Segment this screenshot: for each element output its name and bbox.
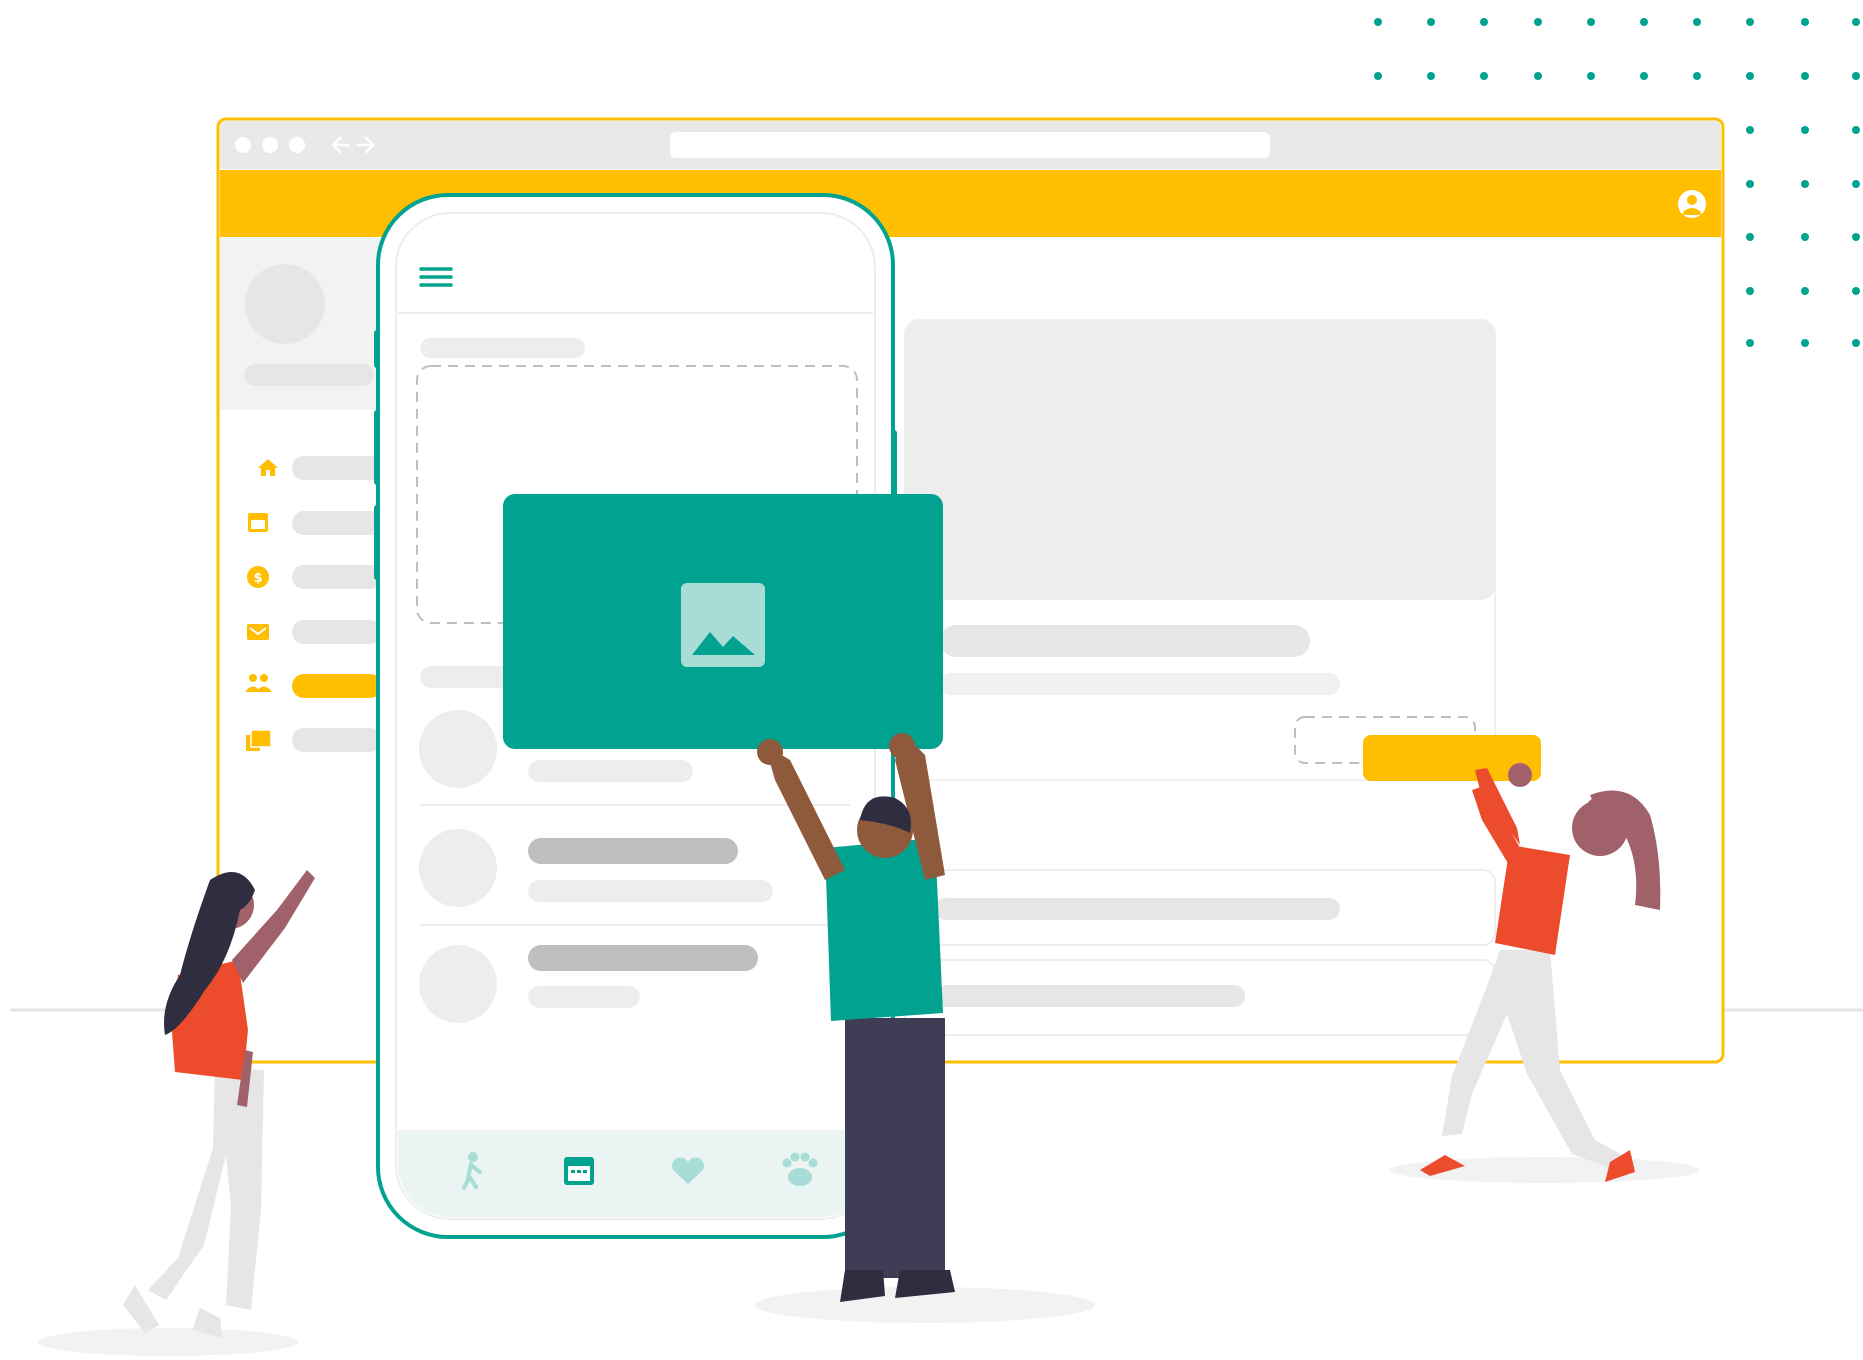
decorative-dot	[1427, 72, 1435, 80]
content-card-hero	[905, 320, 1495, 600]
content-text-placeholder	[940, 673, 1340, 695]
decorative-dot	[1801, 287, 1809, 295]
avatar	[419, 710, 497, 788]
decorative-dot	[1801, 233, 1809, 241]
decorative-dot	[1746, 339, 1754, 347]
avatar	[245, 264, 325, 344]
decorative-dot	[1587, 72, 1595, 80]
decorative-dot	[1746, 18, 1754, 26]
address-bar[interactable]	[670, 132, 1270, 158]
calendar-icon[interactable]	[564, 1157, 594, 1185]
sidebar-item-placeholder	[292, 620, 382, 644]
phone-side-button	[374, 330, 380, 368]
sidebar-item-placeholder	[292, 456, 382, 480]
decorative-dot	[1746, 233, 1754, 241]
list-item-placeholder	[528, 760, 693, 782]
svg-text:$: $	[253, 571, 262, 586]
phone-side-button	[374, 410, 380, 485]
calendar-icon	[248, 513, 268, 532]
dollar-icon: $	[247, 566, 269, 588]
sidebar-item-placeholder	[292, 728, 382, 752]
sidebar-item-active-bar	[292, 674, 382, 698]
profile-name-placeholder	[244, 364, 374, 386]
window-dot[interactable]	[235, 137, 251, 153]
user-account-icon[interactable]	[1678, 190, 1706, 218]
content-row-placeholder	[935, 985, 1245, 1007]
avatar	[419, 829, 497, 907]
decorative-dot	[1852, 339, 1860, 347]
ground-shadow	[38, 1328, 298, 1356]
decorative-dot	[1852, 72, 1860, 80]
image-placeholder-icon	[681, 583, 765, 667]
decorative-dot	[1427, 18, 1435, 26]
sidebar-item-placeholder	[292, 565, 382, 589]
decorative-dot	[1852, 287, 1860, 295]
list-item-placeholder	[528, 880, 773, 902]
decorative-dot	[1374, 18, 1382, 26]
decorative-dot	[1801, 72, 1809, 80]
decorative-dot	[1534, 72, 1542, 80]
ui-illustration: $	[10, 18, 1863, 1356]
decorative-dot	[1693, 18, 1701, 26]
decorative-dot	[1640, 18, 1648, 26]
decorative-dot	[1801, 126, 1809, 134]
decorative-dot	[1852, 18, 1860, 26]
decorative-dot	[1801, 180, 1809, 188]
decorative-dot	[1746, 287, 1754, 295]
list-item-placeholder	[528, 986, 640, 1008]
image-card[interactable]	[503, 494, 943, 749]
list-item-title-placeholder	[528, 838, 738, 864]
decorative-dot	[1746, 126, 1754, 134]
window-dot[interactable]	[262, 137, 278, 153]
sidebar-item-placeholder	[292, 511, 382, 535]
phone-side-button	[374, 505, 380, 580]
phone-title-placeholder	[420, 338, 585, 358]
decorative-dot	[1587, 18, 1595, 26]
decorative-dot	[1693, 72, 1701, 80]
mail-icon	[247, 624, 269, 640]
decorative-dot	[1374, 72, 1382, 80]
window-dot[interactable]	[289, 137, 305, 153]
avatar	[419, 945, 497, 1023]
decorative-dot	[1480, 18, 1488, 26]
decorative-dot	[1480, 72, 1488, 80]
decorative-dot	[1852, 126, 1860, 134]
decorative-dot	[1746, 180, 1754, 188]
decorative-dot	[1746, 72, 1754, 80]
decorative-dot	[1852, 180, 1860, 188]
content-title-placeholder	[940, 625, 1310, 657]
content-row-placeholder	[935, 898, 1340, 920]
decorative-dot	[1801, 18, 1809, 26]
decorative-dot	[1801, 339, 1809, 347]
decorative-dot	[1852, 233, 1860, 241]
decorative-dot	[1534, 18, 1542, 26]
list-item-title-placeholder	[528, 945, 758, 971]
decorative-dot	[1640, 72, 1648, 80]
